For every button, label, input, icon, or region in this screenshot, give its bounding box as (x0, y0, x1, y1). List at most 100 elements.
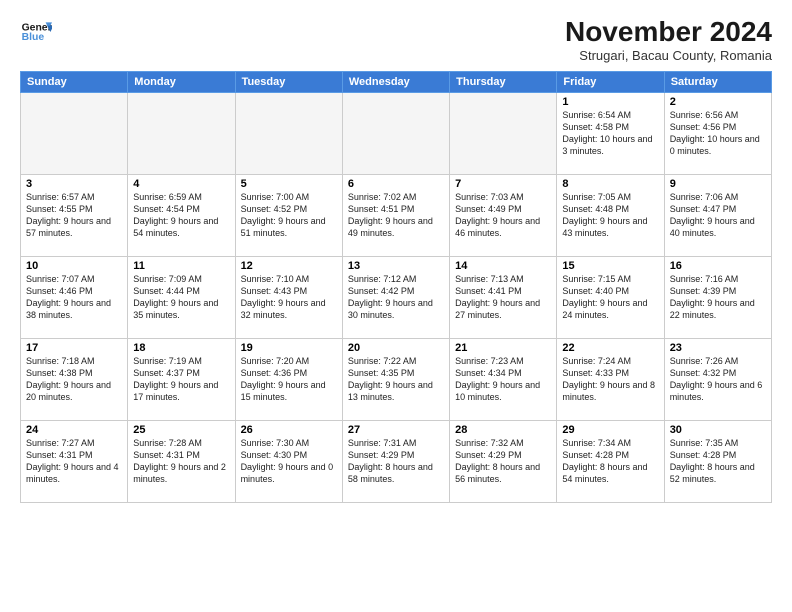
day-number: 22 (562, 342, 658, 354)
table-row: 21Sunrise: 7:23 AMSunset: 4:34 PMDayligh… (450, 339, 557, 421)
title-block: November 2024 Strugari, Bacau County, Ro… (565, 16, 772, 63)
day-number: 15 (562, 260, 658, 272)
calendar: Sunday Monday Tuesday Wednesday Thursday… (20, 71, 772, 503)
day-info: Sunrise: 7:28 AMSunset: 4:31 PMDaylight:… (133, 437, 229, 486)
day-number: 26 (241, 424, 337, 436)
table-row: 3Sunrise: 6:57 AMSunset: 4:55 PMDaylight… (21, 175, 128, 257)
table-row: 19Sunrise: 7:20 AMSunset: 4:36 PMDayligh… (235, 339, 342, 421)
day-number: 10 (26, 260, 122, 272)
day-info: Sunrise: 7:32 AMSunset: 4:29 PMDaylight:… (455, 437, 551, 486)
day-number: 29 (562, 424, 658, 436)
day-number: 18 (133, 342, 229, 354)
table-row: 24Sunrise: 7:27 AMSunset: 4:31 PMDayligh… (21, 421, 128, 503)
svg-text:Blue: Blue (22, 32, 45, 43)
day-info: Sunrise: 7:07 AMSunset: 4:46 PMDaylight:… (26, 273, 122, 322)
day-number: 2 (670, 96, 766, 108)
table-row: 2Sunrise: 6:56 AMSunset: 4:56 PMDaylight… (664, 93, 771, 175)
day-number: 3 (26, 178, 122, 190)
day-info: Sunrise: 6:56 AMSunset: 4:56 PMDaylight:… (670, 109, 766, 158)
day-info: Sunrise: 6:54 AMSunset: 4:58 PMDaylight:… (562, 109, 658, 158)
table-row: 16Sunrise: 7:16 AMSunset: 4:39 PMDayligh… (664, 257, 771, 339)
logo-icon: General Blue (20, 16, 52, 48)
table-row: 30Sunrise: 7:35 AMSunset: 4:28 PMDayligh… (664, 421, 771, 503)
day-info: Sunrise: 7:10 AMSunset: 4:43 PMDaylight:… (241, 273, 337, 322)
table-row: 23Sunrise: 7:26 AMSunset: 4:32 PMDayligh… (664, 339, 771, 421)
table-row: 29Sunrise: 7:34 AMSunset: 4:28 PMDayligh… (557, 421, 664, 503)
day-number: 12 (241, 260, 337, 272)
day-info: Sunrise: 7:15 AMSunset: 4:40 PMDaylight:… (562, 273, 658, 322)
header: General Blue November 2024 Strugari, Bac… (20, 16, 772, 63)
day-number: 23 (670, 342, 766, 354)
col-friday: Friday (557, 72, 664, 93)
table-row: 22Sunrise: 7:24 AMSunset: 4:33 PMDayligh… (557, 339, 664, 421)
table-row: 15Sunrise: 7:15 AMSunset: 4:40 PMDayligh… (557, 257, 664, 339)
day-number: 21 (455, 342, 551, 354)
day-number: 16 (670, 260, 766, 272)
day-number: 17 (26, 342, 122, 354)
day-number: 25 (133, 424, 229, 436)
day-number: 14 (455, 260, 551, 272)
calendar-week-1: 1Sunrise: 6:54 AMSunset: 4:58 PMDaylight… (21, 93, 772, 175)
col-saturday: Saturday (664, 72, 771, 93)
day-number: 1 (562, 96, 658, 108)
day-info: Sunrise: 7:22 AMSunset: 4:35 PMDaylight:… (348, 355, 444, 404)
subtitle: Strugari, Bacau County, Romania (565, 48, 772, 63)
table-row: 5Sunrise: 7:00 AMSunset: 4:52 PMDaylight… (235, 175, 342, 257)
day-info: Sunrise: 7:13 AMSunset: 4:41 PMDaylight:… (455, 273, 551, 322)
day-number: 30 (670, 424, 766, 436)
table-row: 4Sunrise: 6:59 AMSunset: 4:54 PMDaylight… (128, 175, 235, 257)
table-row: 1Sunrise: 6:54 AMSunset: 4:58 PMDaylight… (557, 93, 664, 175)
month-title: November 2024 (565, 16, 772, 48)
day-info: Sunrise: 7:27 AMSunset: 4:31 PMDaylight:… (26, 437, 122, 486)
table-row: 26Sunrise: 7:30 AMSunset: 4:30 PMDayligh… (235, 421, 342, 503)
day-info: Sunrise: 7:03 AMSunset: 4:49 PMDaylight:… (455, 191, 551, 240)
day-info: Sunrise: 7:31 AMSunset: 4:29 PMDaylight:… (348, 437, 444, 486)
day-number: 6 (348, 178, 444, 190)
table-row (235, 93, 342, 175)
day-info: Sunrise: 7:30 AMSunset: 4:30 PMDaylight:… (241, 437, 337, 486)
day-number: 7 (455, 178, 551, 190)
day-info: Sunrise: 7:26 AMSunset: 4:32 PMDaylight:… (670, 355, 766, 404)
day-info: Sunrise: 7:16 AMSunset: 4:39 PMDaylight:… (670, 273, 766, 322)
day-number: 27 (348, 424, 444, 436)
calendar-week-4: 17Sunrise: 7:18 AMSunset: 4:38 PMDayligh… (21, 339, 772, 421)
day-info: Sunrise: 7:02 AMSunset: 4:51 PMDaylight:… (348, 191, 444, 240)
table-row (450, 93, 557, 175)
page: General Blue November 2024 Strugari, Bac… (0, 0, 792, 612)
day-number: 8 (562, 178, 658, 190)
table-row (342, 93, 449, 175)
table-row: 17Sunrise: 7:18 AMSunset: 4:38 PMDayligh… (21, 339, 128, 421)
calendar-header-row: Sunday Monday Tuesday Wednesday Thursday… (21, 72, 772, 93)
day-number: 11 (133, 260, 229, 272)
calendar-week-2: 3Sunrise: 6:57 AMSunset: 4:55 PMDaylight… (21, 175, 772, 257)
day-info: Sunrise: 7:35 AMSunset: 4:28 PMDaylight:… (670, 437, 766, 486)
day-info: Sunrise: 7:12 AMSunset: 4:42 PMDaylight:… (348, 273, 444, 322)
day-info: Sunrise: 7:06 AMSunset: 4:47 PMDaylight:… (670, 191, 766, 240)
day-number: 5 (241, 178, 337, 190)
table-row (21, 93, 128, 175)
table-row: 14Sunrise: 7:13 AMSunset: 4:41 PMDayligh… (450, 257, 557, 339)
table-row: 9Sunrise: 7:06 AMSunset: 4:47 PMDaylight… (664, 175, 771, 257)
col-sunday: Sunday (21, 72, 128, 93)
table-row: 11Sunrise: 7:09 AMSunset: 4:44 PMDayligh… (128, 257, 235, 339)
table-row: 13Sunrise: 7:12 AMSunset: 4:42 PMDayligh… (342, 257, 449, 339)
table-row (128, 93, 235, 175)
table-row: 18Sunrise: 7:19 AMSunset: 4:37 PMDayligh… (128, 339, 235, 421)
calendar-week-3: 10Sunrise: 7:07 AMSunset: 4:46 PMDayligh… (21, 257, 772, 339)
table-row: 27Sunrise: 7:31 AMSunset: 4:29 PMDayligh… (342, 421, 449, 503)
day-info: Sunrise: 7:00 AMSunset: 4:52 PMDaylight:… (241, 191, 337, 240)
day-info: Sunrise: 6:57 AMSunset: 4:55 PMDaylight:… (26, 191, 122, 240)
table-row: 6Sunrise: 7:02 AMSunset: 4:51 PMDaylight… (342, 175, 449, 257)
day-info: Sunrise: 7:23 AMSunset: 4:34 PMDaylight:… (455, 355, 551, 404)
calendar-week-5: 24Sunrise: 7:27 AMSunset: 4:31 PMDayligh… (21, 421, 772, 503)
day-info: Sunrise: 7:24 AMSunset: 4:33 PMDaylight:… (562, 355, 658, 404)
table-row: 25Sunrise: 7:28 AMSunset: 4:31 PMDayligh… (128, 421, 235, 503)
table-row: 7Sunrise: 7:03 AMSunset: 4:49 PMDaylight… (450, 175, 557, 257)
day-info: Sunrise: 7:09 AMSunset: 4:44 PMDaylight:… (133, 273, 229, 322)
col-monday: Monday (128, 72, 235, 93)
table-row: 28Sunrise: 7:32 AMSunset: 4:29 PMDayligh… (450, 421, 557, 503)
table-row: 20Sunrise: 7:22 AMSunset: 4:35 PMDayligh… (342, 339, 449, 421)
col-thursday: Thursday (450, 72, 557, 93)
day-info: Sunrise: 7:05 AMSunset: 4:48 PMDaylight:… (562, 191, 658, 240)
day-number: 28 (455, 424, 551, 436)
